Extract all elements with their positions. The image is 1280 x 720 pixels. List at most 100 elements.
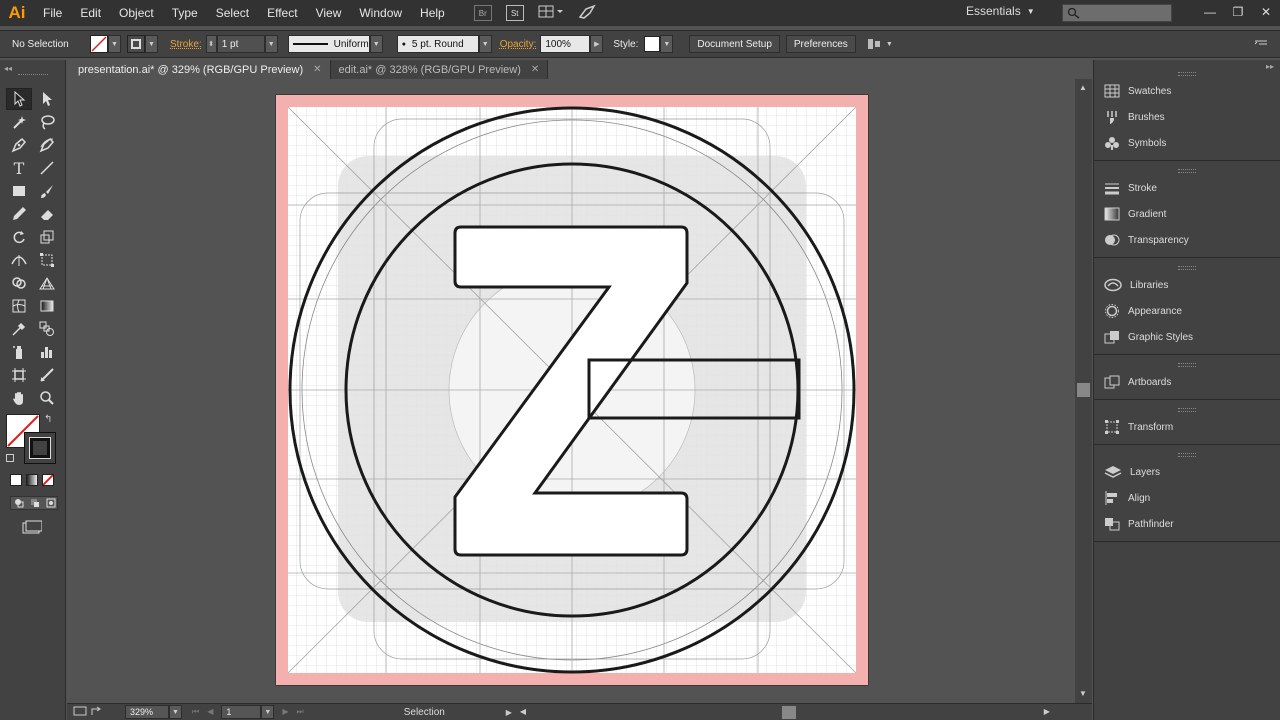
maximize-icon[interactable]: ❐ xyxy=(1224,2,1252,22)
artboard-number-field[interactable]: 1 xyxy=(221,705,262,719)
menu-edit[interactable]: Edit xyxy=(71,0,110,26)
stroke-swatch[interactable] xyxy=(127,35,145,53)
rectangle-tool-icon[interactable] xyxy=(6,180,32,202)
panel-transparency[interactable]: Transparency xyxy=(1094,227,1280,253)
chevron-down-icon[interactable]: ▼ xyxy=(261,705,275,719)
expand-icon[interactable]: ▸▸ xyxy=(1266,62,1274,71)
align-menu[interactable]: ▼ xyxy=(866,37,893,51)
canvas[interactable] xyxy=(67,79,1075,703)
symbol-sprayer-tool-icon[interactable] xyxy=(6,341,32,363)
scroll-thumb[interactable] xyxy=(781,705,796,719)
opacity-label[interactable]: Opacity: xyxy=(500,39,537,50)
menu-view[interactable]: View xyxy=(307,0,351,26)
paintbrush-tool-icon[interactable] xyxy=(34,180,60,202)
variable-width-profile[interactable]: Uniform xyxy=(287,35,370,53)
panel-appearance[interactable]: Appearance xyxy=(1094,298,1280,324)
panel-menu-icon[interactable] xyxy=(1254,38,1268,51)
scroll-thumb[interactable] xyxy=(1077,383,1090,397)
direct-selection-tool-icon[interactable] xyxy=(34,88,60,110)
vertical-scrollbar[interactable]: ▲ ▼ xyxy=(1075,79,1092,703)
brush-definition[interactable]: ● 5 pt. Round xyxy=(396,35,479,53)
color-mode-icon[interactable] xyxy=(10,474,22,486)
screen-mode-icon[interactable] xyxy=(22,520,43,537)
scroll-left-icon[interactable]: ◀ xyxy=(520,707,526,716)
stroke-weight-field[interactable]: 1 pt xyxy=(216,35,265,53)
pen-tool-icon[interactable] xyxy=(6,134,32,156)
selection-tool-icon[interactable] xyxy=(6,88,32,110)
last-artboard-icon[interactable]: ⏭ xyxy=(297,707,304,717)
panel-swatches[interactable]: Swatches xyxy=(1094,78,1280,104)
scroll-up-icon[interactable]: ▲ xyxy=(1079,83,1087,92)
line-tool-icon[interactable] xyxy=(34,157,60,179)
minimize-icon[interactable]: — xyxy=(1196,2,1224,22)
stroke-color-box[interactable] xyxy=(24,432,56,464)
opacity-field[interactable]: 100% xyxy=(540,35,591,53)
zoom-tool-icon[interactable] xyxy=(34,387,60,409)
none-mode-icon[interactable] xyxy=(42,474,54,486)
document-setup-button[interactable]: Document Setup xyxy=(689,35,780,53)
artboard-canvas[interactable] xyxy=(67,79,1075,703)
close-icon[interactable]: ✕ xyxy=(313,64,321,75)
drawing-modes[interactable] xyxy=(10,496,58,510)
menu-help[interactable]: Help xyxy=(411,0,454,26)
panel-transform[interactable]: Transform xyxy=(1094,414,1280,440)
horizontal-scrollbar[interactable]: ◀ ▶ xyxy=(519,705,1050,719)
menu-type[interactable]: Type xyxy=(163,0,207,26)
tab-edit[interactable]: edit.ai* @ 328% (RGB/GPU Preview) ✕ xyxy=(330,60,549,79)
type-tool-icon[interactable]: T xyxy=(6,157,32,179)
scroll-down-icon[interactable]: ▼ xyxy=(1079,689,1087,698)
panel-gradient[interactable]: Gradient xyxy=(1094,201,1280,227)
panel-pathfinder[interactable]: Pathfinder xyxy=(1094,511,1280,537)
stepper-icon[interactable]: ⬍ xyxy=(205,35,217,53)
gradient-mode-icon[interactable] xyxy=(26,474,38,486)
magic-wand-tool-icon[interactable] xyxy=(6,111,32,133)
shape-builder-tool-icon[interactable] xyxy=(6,272,32,294)
bridge-button[interactable]: Br xyxy=(473,5,492,21)
panel-graphic-styles[interactable]: Graphic Styles xyxy=(1094,324,1280,350)
chevron-down-icon[interactable]: ▼ xyxy=(169,705,182,719)
chevron-down-icon[interactable]: ▼ xyxy=(145,35,158,53)
fill-swatch[interactable] xyxy=(90,35,108,53)
chevron-down-icon[interactable]: ▼ xyxy=(264,35,278,53)
chevron-down-icon[interactable]: ▼ xyxy=(478,35,492,53)
menu-effect[interactable]: Effect xyxy=(258,0,306,26)
default-colors-icon[interactable] xyxy=(6,454,14,462)
width-tool-icon[interactable] xyxy=(6,249,32,271)
scale-tool-icon[interactable] xyxy=(34,226,60,248)
preferences-button[interactable]: Preferences xyxy=(785,35,856,53)
arrange-documents-icon[interactable] xyxy=(538,4,564,23)
column-graph-tool-icon[interactable] xyxy=(34,341,60,363)
panel-layers[interactable]: Layers xyxy=(1094,459,1280,485)
close-icon[interactable]: ✕ xyxy=(531,64,539,75)
chevron-right-icon[interactable]: ▶ xyxy=(590,35,604,53)
blend-tool-icon[interactable] xyxy=(34,318,60,340)
prev-artboard-icon[interactable]: ◀ xyxy=(207,707,213,717)
hand-tool-icon[interactable] xyxy=(6,387,32,409)
mesh-tool-icon[interactable] xyxy=(6,295,32,317)
zoom-field[interactable]: 329% xyxy=(125,705,169,719)
chevron-down-icon[interactable]: ▼ xyxy=(660,35,674,53)
collapse-icon[interactable]: ◂◂ xyxy=(4,64,12,73)
close-icon[interactable]: ✕ xyxy=(1252,2,1280,22)
free-transform-tool-icon[interactable] xyxy=(34,249,60,271)
next-artboard-icon[interactable]: ▶ xyxy=(282,707,288,717)
artboard-tool-icon[interactable] xyxy=(6,364,32,386)
menu-window[interactable]: Window xyxy=(350,0,411,26)
eraser-tool-icon[interactable] xyxy=(34,203,60,225)
panel-libraries[interactable]: Libraries xyxy=(1094,272,1280,298)
search-input[interactable] xyxy=(1062,4,1172,22)
perspective-grid-tool-icon[interactable] xyxy=(34,272,60,294)
menu-select[interactable]: Select xyxy=(207,0,258,26)
curvature-tool-icon[interactable] xyxy=(34,134,60,156)
chevron-down-icon[interactable]: ▼ xyxy=(369,35,383,53)
status-icon[interactable] xyxy=(73,706,91,719)
graphic-style-swatch[interactable] xyxy=(644,36,661,52)
panel-align[interactable]: Align xyxy=(1094,485,1280,511)
menu-file[interactable]: File xyxy=(34,0,71,26)
status-menu-icon[interactable]: ▶ xyxy=(506,708,512,717)
stroke-label[interactable]: Stroke: xyxy=(170,39,202,50)
stock-button[interactable]: St xyxy=(505,5,524,21)
tab-presentation[interactable]: presentation.ai* @ 329% (RGB/GPU Preview… xyxy=(70,60,331,79)
panel-stroke[interactable]: Stroke xyxy=(1094,175,1280,201)
menu-object[interactable]: Object xyxy=(110,0,163,26)
